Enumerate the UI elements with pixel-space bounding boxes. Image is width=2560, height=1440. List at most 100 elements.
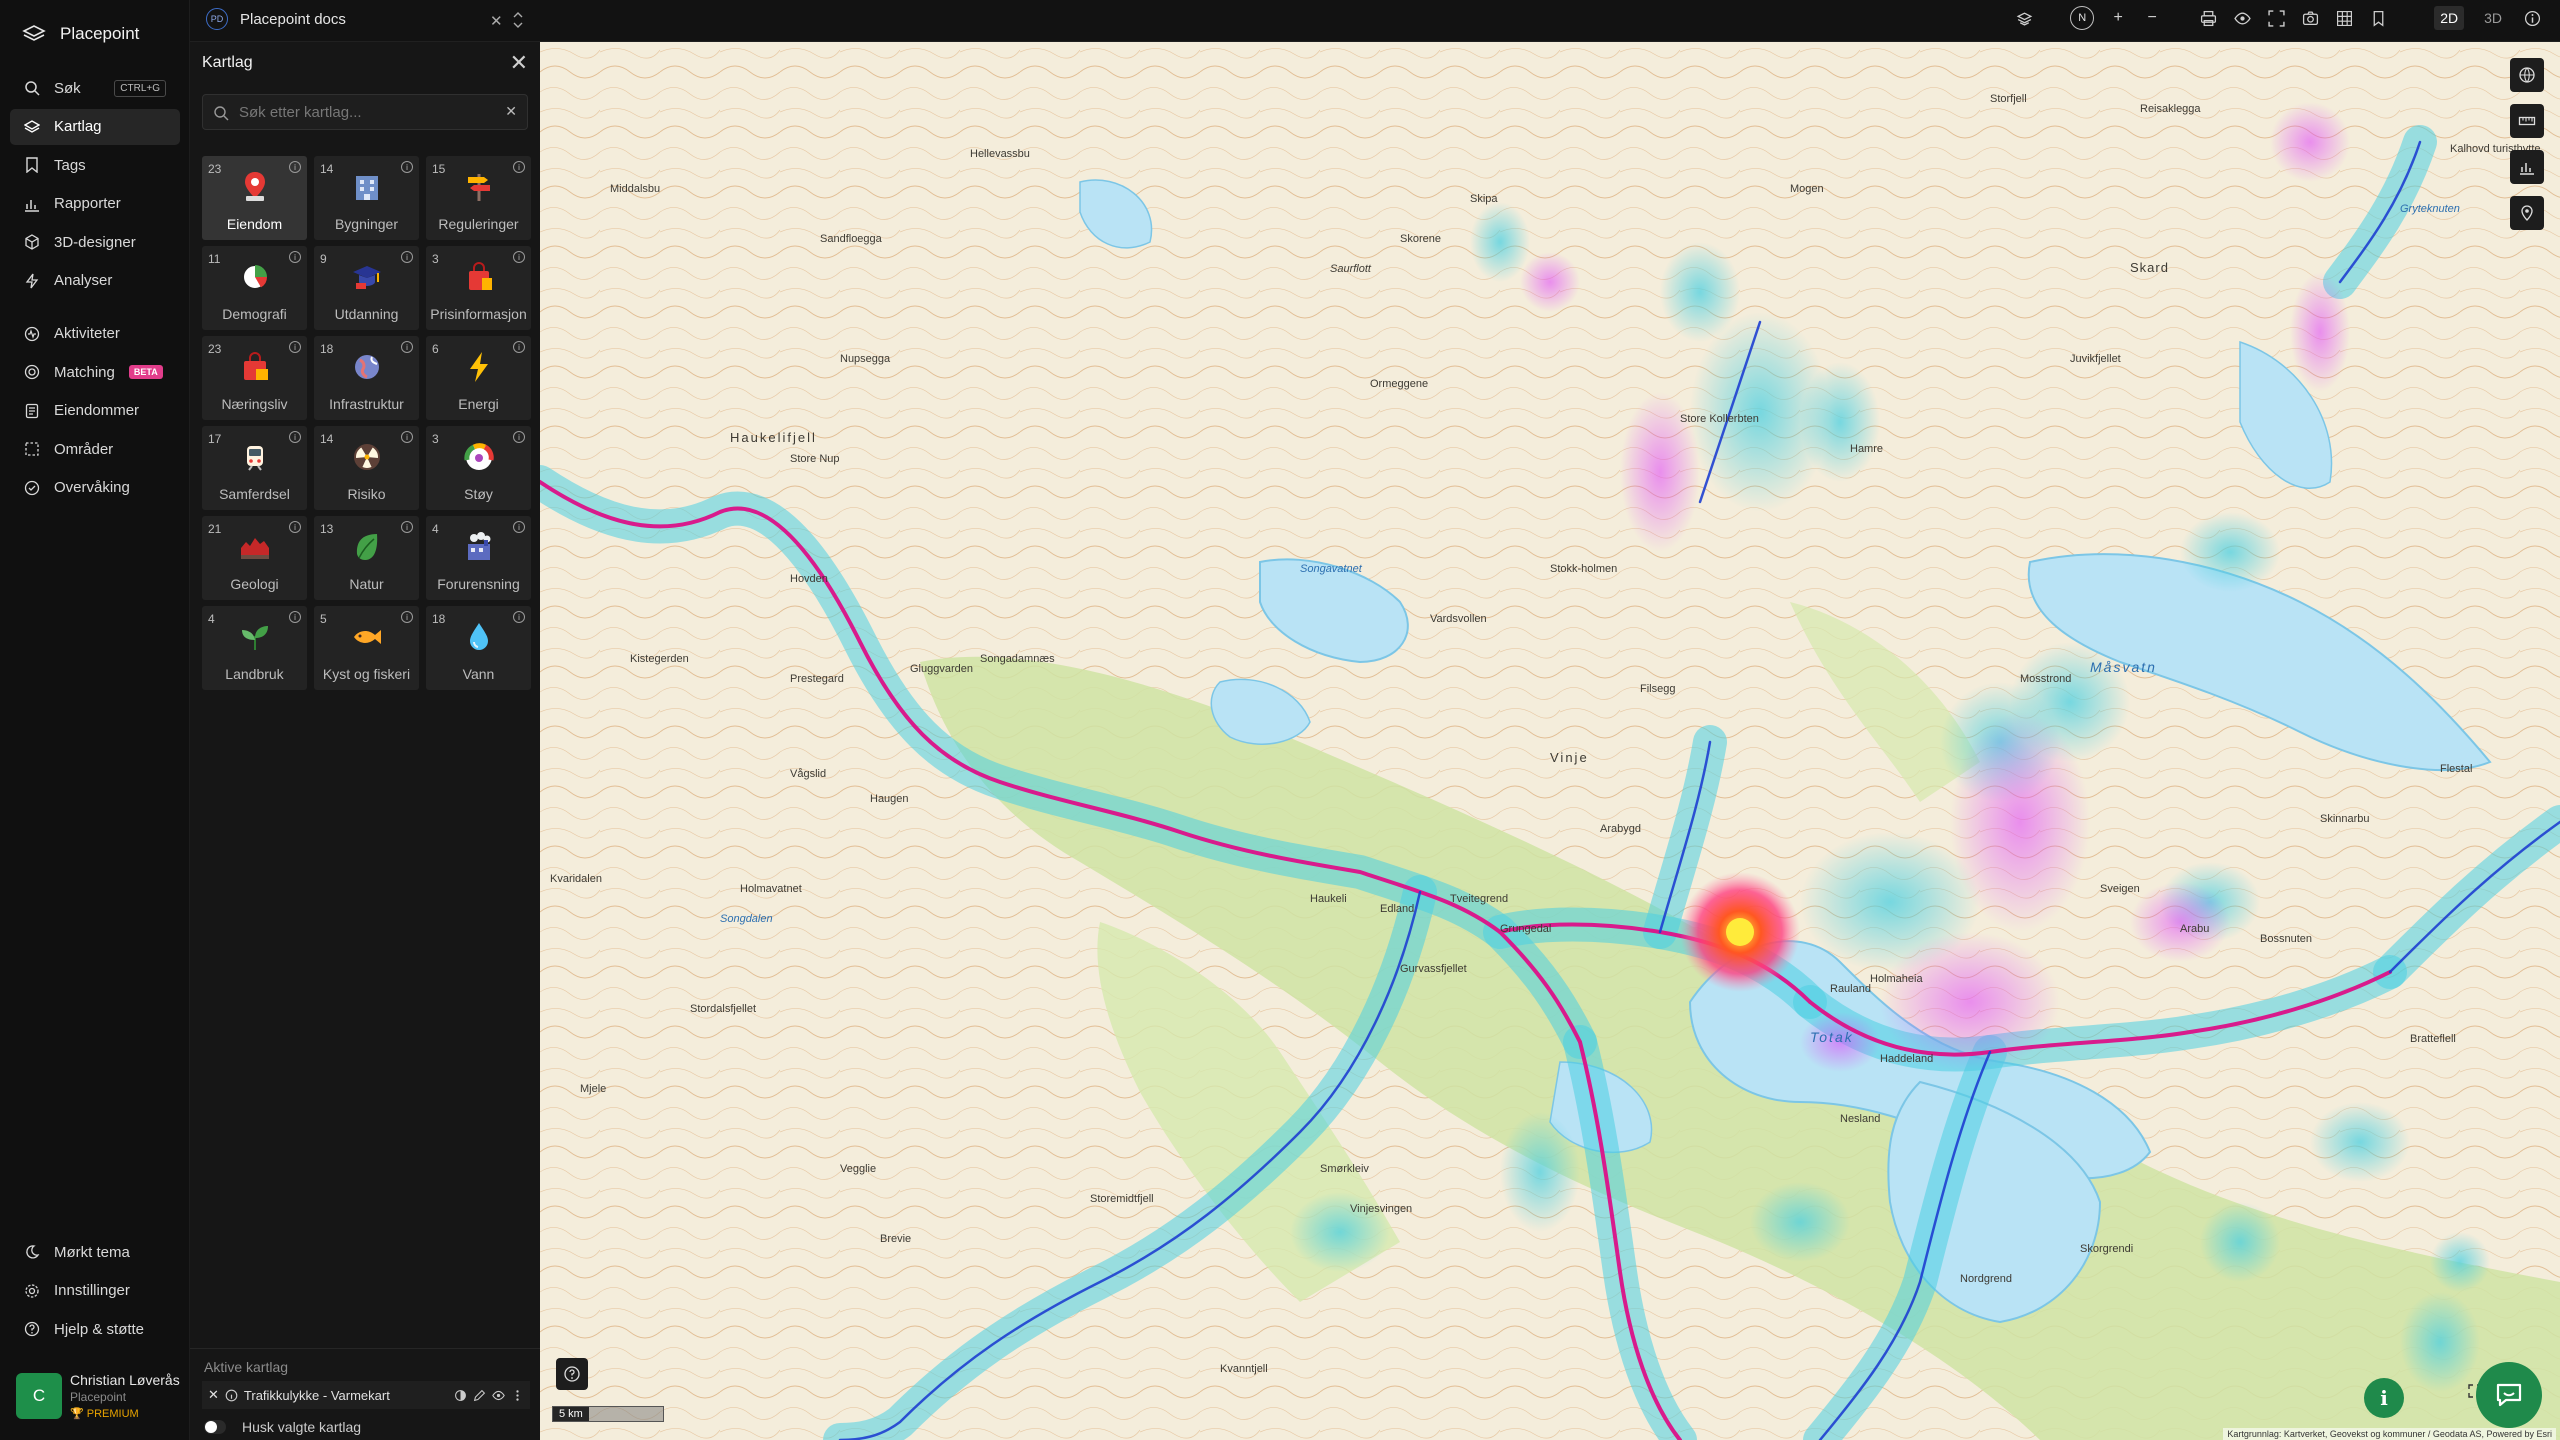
category-tile-geologi[interactable]: 21 i Geologi [202,516,307,600]
tile-info-icon[interactable]: i [289,611,301,623]
map-tool-measure[interactable] [2510,104,2544,138]
layer-search-input[interactable] [239,101,489,123]
view-3d-button[interactable]: 3D [2478,6,2508,30]
tile-info-icon[interactable]: i [401,521,413,533]
moon-icon [26,1245,40,1259]
tile-info-icon[interactable]: i [513,431,525,443]
more-vertical-icon[interactable] [511,1389,524,1402]
remember-layers-toggle[interactable] [204,1420,226,1434]
category-tile-reguleringer[interactable]: 15 i Reguleringer [426,156,531,240]
nav-item-overvaking[interactable]: Overvåking [10,470,180,506]
chevron-up-down-icon[interactable] [512,10,524,30]
category-tile-stoy[interactable]: 3 i Støy [426,426,531,510]
category-tile-prisinformasjon[interactable]: 3 i Prisinformasjon [426,246,531,330]
map-canvas[interactable]: Haukelifjell Skipa Skorene Saurflott Sto… [540,42,2560,1440]
tile-info-icon[interactable]: i [513,161,525,173]
opacity-icon[interactable] [454,1389,467,1402]
category-tile-demografi[interactable]: 11 i Demografi [202,246,307,330]
camera-icon[interactable] [2300,8,2320,28]
signpost-icon [468,174,490,201]
edit-icon[interactable] [473,1389,486,1402]
tile-info-icon[interactable]: i [401,431,413,443]
tile-info-icon[interactable]: i [289,161,301,173]
user-name: Christian Løverås [70,1372,180,1388]
map-label: Prestegard [790,673,844,685]
chat-button[interactable] [2476,1362,2542,1428]
map-tool-globe[interactable] [2510,58,2544,92]
tile-info-icon[interactable]: i [401,161,413,173]
tile-count: 23 [208,162,222,176]
category-tile-landbruk[interactable]: 4 i Landbruk [202,606,307,690]
tile-info-icon[interactable]: i [401,611,413,623]
grid-icon[interactable] [2334,8,2354,28]
tile-label: Landbruk [225,666,284,682]
category-tile-kyst-og-fiskeri[interactable]: 5 i Kyst og fiskeri [314,606,419,690]
eye-icon[interactable] [2232,8,2252,28]
layers-stack-icon[interactable] [2014,8,2034,28]
category-tile-bygninger[interactable]: 14 i Bygninger [314,156,419,240]
nav-item-dark-theme[interactable]: Mørkt tema [10,1234,180,1270]
info-fab-button[interactable]: i [2364,1378,2404,1418]
tile-info-icon[interactable]: i [289,251,301,263]
tile-info-icon[interactable]: i [289,521,301,533]
tile-info-icon[interactable]: i [513,341,525,353]
zoom-in-icon[interactable]: + [2108,8,2128,28]
map-tool-chart[interactable] [2510,150,2544,184]
info-icon[interactable] [2522,8,2542,28]
view-2d-button[interactable]: 2D [2434,6,2465,30]
nav-item-3d-designer[interactable]: 3D-designer [10,224,180,260]
compass-button[interactable]: N [2070,6,2095,30]
close-doc-icon[interactable]: ✕ [490,12,503,30]
nav-item-omrader[interactable]: Områder [10,431,180,467]
category-tile-utdanning[interactable]: 9 i Utdanning [314,246,419,330]
fullscreen-icon[interactable] [2266,8,2286,28]
category-tile-samferdsel[interactable]: 17 i Samferdsel [202,426,307,510]
tile-info-icon[interactable]: i [401,251,413,263]
check-circle-icon [24,480,40,496]
category-tile-energi[interactable]: 6 i Energi [426,336,531,420]
nav-list: Søk CTRL+G Kartlag Tags Rapporter 3D-des… [10,70,180,509]
nav-item-matching[interactable]: Matching BETA [10,354,180,390]
tile-info-icon[interactable]: i [513,611,525,623]
active-layer-row[interactable]: ✕ Trafikkulykke - Varmekart [202,1381,530,1409]
nav-item-tags[interactable]: Tags [10,147,180,183]
tile-info-icon[interactable]: i [513,251,525,263]
close-panel-icon[interactable]: ✕ [510,50,528,76]
nav-item-rapporter[interactable]: Rapporter [10,186,180,222]
print-icon[interactable] [2198,8,2218,28]
tile-info-icon[interactable]: i [289,341,301,353]
brand[interactable]: Placepoint [22,22,139,46]
info-icon[interactable] [225,1389,238,1402]
category-tile-naeringsliv[interactable]: 23 i Næringsliv [202,336,307,420]
map-tool-location[interactable] [2510,196,2544,230]
tile-info-icon[interactable]: i [401,341,413,353]
map-help-button[interactable] [556,1358,588,1390]
tile-info-icon[interactable]: i [289,431,301,443]
search-icon [214,106,229,121]
tile-info-icon[interactable]: i [513,521,525,533]
nav-item-kartlag[interactable]: Kartlag [10,108,180,145]
document-tab[interactable]: PD Placepoint docs [206,8,346,30]
category-tile-infrastruktur[interactable]: 18 i Infrastruktur [314,336,419,420]
bookmark-icon[interactable] [2368,8,2388,28]
tile-count: 17 [208,432,222,446]
zoom-out-icon[interactable]: − [2142,8,2162,28]
map-label: Rauland [1830,983,1871,995]
category-tile-vann[interactable]: 18 i Vann [426,606,531,690]
visibility-icon[interactable] [492,1389,505,1402]
nav-item-settings[interactable]: Innstillinger [10,1273,180,1309]
category-tile-forurensning[interactable]: 4 i Forurensning [426,516,531,600]
map-label: Haddeland [1880,1053,1933,1065]
nav-item-aktiviteter[interactable]: Aktiviteter [10,316,180,352]
category-tile-eiendom[interactable]: 23 i Eiendom [202,156,307,240]
remove-layer-icon[interactable]: ✕ [208,1387,219,1403]
nav-item-analyser[interactable]: Analyser [10,263,180,299]
nav-item-search[interactable]: Søk CTRL+G [10,70,180,106]
category-tile-risiko[interactable]: 14 i Risiko [314,426,419,510]
nav-item-help[interactable]: Hjelp & støtte [10,1311,180,1347]
user-profile[interactable]: C Christian Løverås Placepoint 🏆 PREMIUM [16,1372,180,1420]
clear-search-icon[interactable]: ✕ [505,103,517,120]
map-label: Reisaklegga [2140,103,2201,115]
category-tile-natur[interactable]: 13 i Natur [314,516,419,600]
nav-item-eiendommer[interactable]: Eiendommer [10,393,180,429]
